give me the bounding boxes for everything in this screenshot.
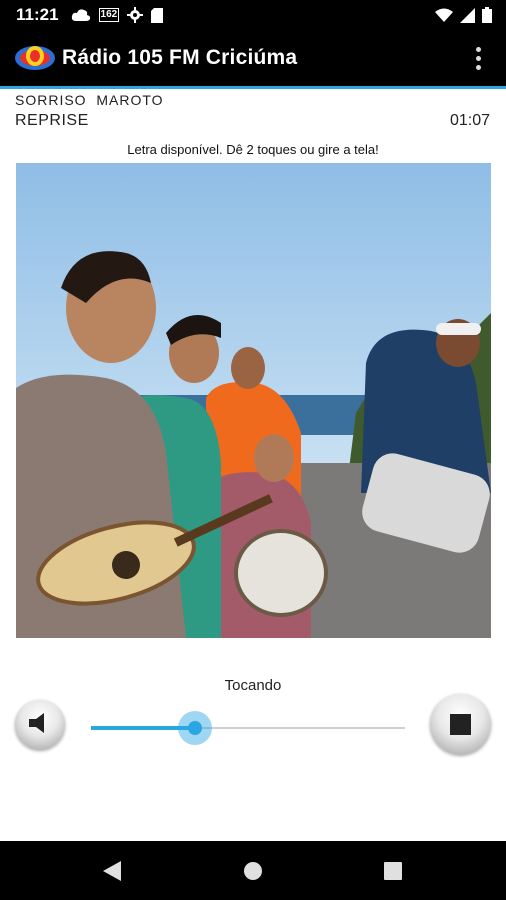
battery-icon bbox=[482, 7, 492, 23]
recents-icon[interactable] bbox=[363, 841, 423, 900]
lyrics-hint: Letra disponível. Dê 2 toques ou gire a … bbox=[127, 142, 379, 157]
volume-button[interactable] bbox=[15, 700, 65, 750]
app-title: Rádio 105 FM Criciúma bbox=[62, 46, 298, 69]
home-icon[interactable] bbox=[223, 841, 283, 900]
status-time: 11:21 bbox=[16, 5, 59, 24]
elapsed-time: 01:07 bbox=[449, 112, 490, 129]
song-title: REPRISE bbox=[15, 112, 89, 129]
navigation-bar bbox=[0, 841, 506, 900]
gear-icon bbox=[127, 7, 144, 23]
back-icon[interactable] bbox=[82, 841, 142, 900]
volume-slider[interactable] bbox=[91, 711, 405, 745]
stop-button[interactable] bbox=[430, 694, 491, 755]
album-art[interactable] bbox=[16, 163, 491, 638]
wifi-icon bbox=[435, 8, 453, 22]
signal-icon bbox=[460, 7, 475, 23]
stop-icon bbox=[450, 714, 471, 735]
162-badge-icon: 162 bbox=[98, 8, 120, 22]
sd-card-icon bbox=[151, 7, 164, 23]
105fm-logo bbox=[14, 40, 56, 76]
app-bar: Rádio 105 FM Criciúma bbox=[0, 30, 506, 86]
slider-thumb[interactable] bbox=[187, 721, 202, 735]
accent-divider bbox=[0, 86, 506, 89]
status-bar: 11:21 162 bbox=[0, 0, 506, 30]
artist-name: SORRISO MAROTO bbox=[15, 92, 164, 108]
playback-status: Tocando bbox=[224, 677, 282, 694]
cloud-icon bbox=[71, 8, 91, 22]
notification-icons: 162 bbox=[71, 7, 164, 23]
speaker-icon bbox=[27, 712, 53, 739]
overflow-menu-icon[interactable] bbox=[464, 40, 492, 76]
system-icons bbox=[435, 7, 492, 23]
